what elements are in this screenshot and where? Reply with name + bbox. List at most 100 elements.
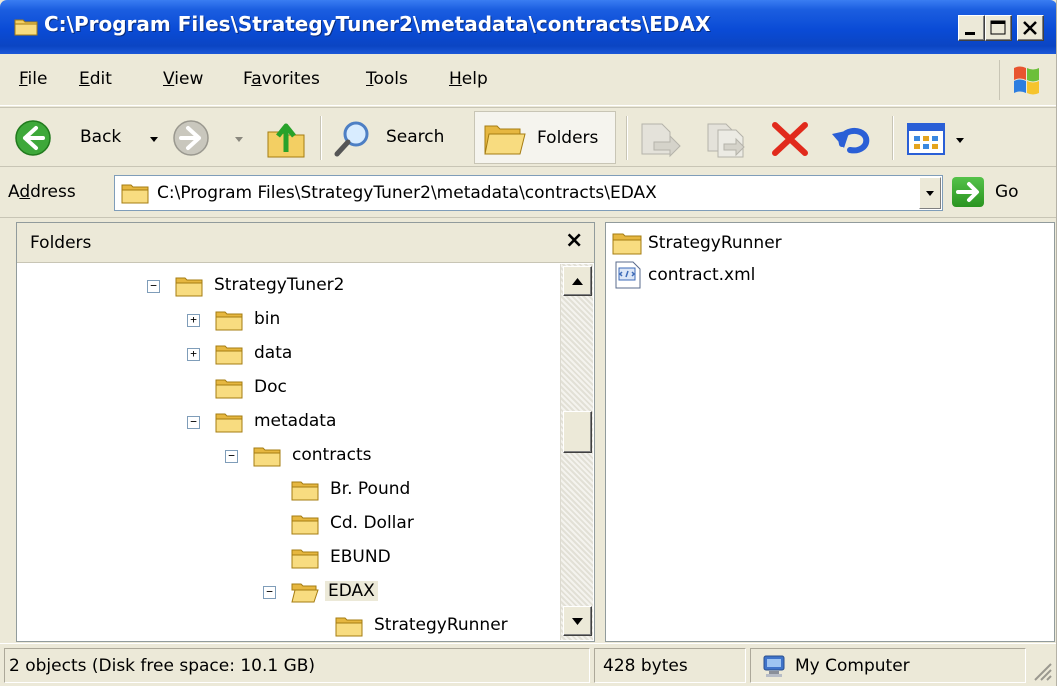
standard-toolbar: Back Search Folders (0, 107, 1056, 167)
tree-node-label[interactable]: EDAX (325, 581, 378, 601)
folders-label: Folders (537, 128, 599, 148)
copy-to-icon[interactable] (704, 120, 748, 158)
file-list: StrategyRunner contract.xml (605, 222, 1055, 642)
status-zone: My Computer (795, 656, 910, 676)
folders-button[interactable]: Folders (474, 111, 616, 164)
status-size-cell: 428 bytes (594, 648, 746, 683)
scroll-up-button[interactable] (563, 266, 592, 296)
menu-view[interactable]: View (163, 69, 203, 89)
minimize-icon (965, 32, 975, 35)
close-button[interactable] (1017, 15, 1044, 41)
collapse-icon[interactable]: − (147, 280, 160, 293)
maximize-icon (990, 20, 1006, 35)
status-objects-cell: 2 objects (Disk free space: 10.1 GB) (4, 648, 590, 683)
status-bar: 2 objects (Disk free space: 10.1 GB) 428… (0, 643, 1056, 686)
chevron-down-icon (572, 618, 583, 625)
folder-icon (14, 19, 38, 36)
search-icon (334, 121, 369, 157)
expand-icon[interactable]: + (187, 314, 200, 327)
folder-icon (121, 184, 149, 204)
folder-icon (335, 617, 363, 637)
toolbar-separator (320, 116, 322, 160)
up-folder-icon[interactable] (264, 118, 308, 160)
tree-node-label[interactable]: EBUND (327, 547, 394, 567)
open-folder-icon (291, 583, 319, 603)
address-field[interactable]: C:\Program Files\StrategyTuner2\metadata… (114, 175, 943, 211)
collapse-icon[interactable]: − (225, 450, 238, 463)
title-bar[interactable]: C:\Program Files\StrategyTuner2\metadata… (0, 0, 1056, 54)
go-label[interactable]: Go (995, 182, 1019, 202)
scroll-down-button[interactable] (563, 606, 592, 636)
folders-pane-title: Folders (30, 233, 92, 253)
forward-button[interactable] (170, 114, 252, 162)
scrollbar-thumb[interactable] (563, 411, 592, 453)
pane-splitter[interactable] (595, 222, 605, 642)
folder-icon (215, 379, 243, 399)
views-icon (907, 123, 945, 155)
folders-pane-header: Folders × (17, 223, 594, 263)
chevron-up-icon (572, 278, 583, 285)
forward-arrow-icon (173, 120, 209, 156)
windows-logo-icon (999, 60, 1043, 100)
folder-icon (291, 549, 319, 569)
collapse-icon[interactable]: − (187, 416, 200, 429)
folder-icon (291, 481, 319, 501)
tree-node-label[interactable]: Doc (251, 377, 290, 397)
chevron-down-icon[interactable] (150, 137, 158, 142)
resize-grip-icon[interactable] (1029, 658, 1053, 682)
menu-help[interactable]: Help (449, 69, 488, 89)
folders-scrollbar[interactable] (560, 264, 593, 640)
delete-icon[interactable] (770, 120, 810, 158)
tree-node-label[interactable]: bin (251, 309, 283, 329)
tree-node-label[interactable]: StrategyTuner2 (211, 275, 347, 295)
expand-icon[interactable]: + (187, 348, 200, 361)
toolbar-separator (626, 116, 628, 160)
menu-tools[interactable]: Tools (366, 69, 408, 89)
back-arrow-icon (15, 120, 51, 156)
folder-icon (291, 515, 319, 535)
close-icon[interactable]: × (565, 229, 583, 253)
tree-node-label[interactable]: Cd. Dollar (327, 513, 417, 533)
menu-edit[interactable]: Edit (79, 69, 112, 89)
collapse-icon[interactable]: − (263, 586, 276, 599)
go-button[interactable] (952, 177, 984, 207)
folder-icon (215, 345, 243, 365)
menu-file[interactable]: File (19, 69, 47, 89)
menu-favorites[interactable]: Favorites (243, 69, 320, 89)
folders-pane: Folders × − StrategyTuner2 + bin + data (16, 222, 595, 642)
menu-bar: File Edit View Favorites Tools Help (0, 54, 1056, 106)
tree-node-label[interactable]: Br. Pound (327, 479, 413, 499)
tree-node-label[interactable]: data (251, 343, 295, 363)
list-item-label[interactable]: contract.xml (648, 265, 755, 285)
my-computer-icon (763, 655, 785, 677)
folder-icon (175, 277, 203, 297)
go-arrow-icon (956, 182, 979, 202)
folder-icon (215, 413, 243, 433)
chevron-down-icon[interactable] (235, 137, 243, 142)
address-value[interactable]: C:\Program Files\StrategyTuner2\metadata… (157, 183, 657, 203)
tree-node-label[interactable]: metadata (251, 411, 339, 431)
folder-tree: − StrategyTuner2 + bin + data Doc − meta… (17, 264, 560, 640)
move-to-icon[interactable] (638, 120, 682, 158)
close-icon (1023, 21, 1037, 35)
toolbar-separator (892, 116, 894, 160)
explorer-window: C:\Program Files\StrategyTuner2\metadata… (0, 0, 1057, 686)
tree-node-label[interactable]: contracts (289, 445, 374, 465)
minimize-button[interactable] (958, 15, 985, 41)
folder-icon (253, 447, 281, 467)
search-button[interactable]: Search (328, 114, 468, 162)
maximize-button[interactable] (985, 15, 1012, 41)
views-button[interactable] (902, 116, 974, 162)
chevron-down-icon (926, 191, 934, 196)
chevron-down-icon[interactable] (956, 138, 964, 143)
back-button[interactable]: Back (6, 114, 166, 162)
tree-node-label[interactable]: StrategyRunner (371, 615, 511, 635)
folder-icon (215, 311, 243, 331)
address-dropdown-button[interactable] (919, 177, 941, 209)
undo-icon[interactable] (828, 120, 874, 158)
back-label: Back (80, 127, 122, 147)
list-item-label[interactable]: StrategyRunner (648, 233, 782, 253)
folders-icon (484, 125, 526, 155)
address-label: Address (8, 182, 76, 202)
address-bar: Address C:\Program Files\StrategyTuner2\… (0, 168, 1056, 218)
